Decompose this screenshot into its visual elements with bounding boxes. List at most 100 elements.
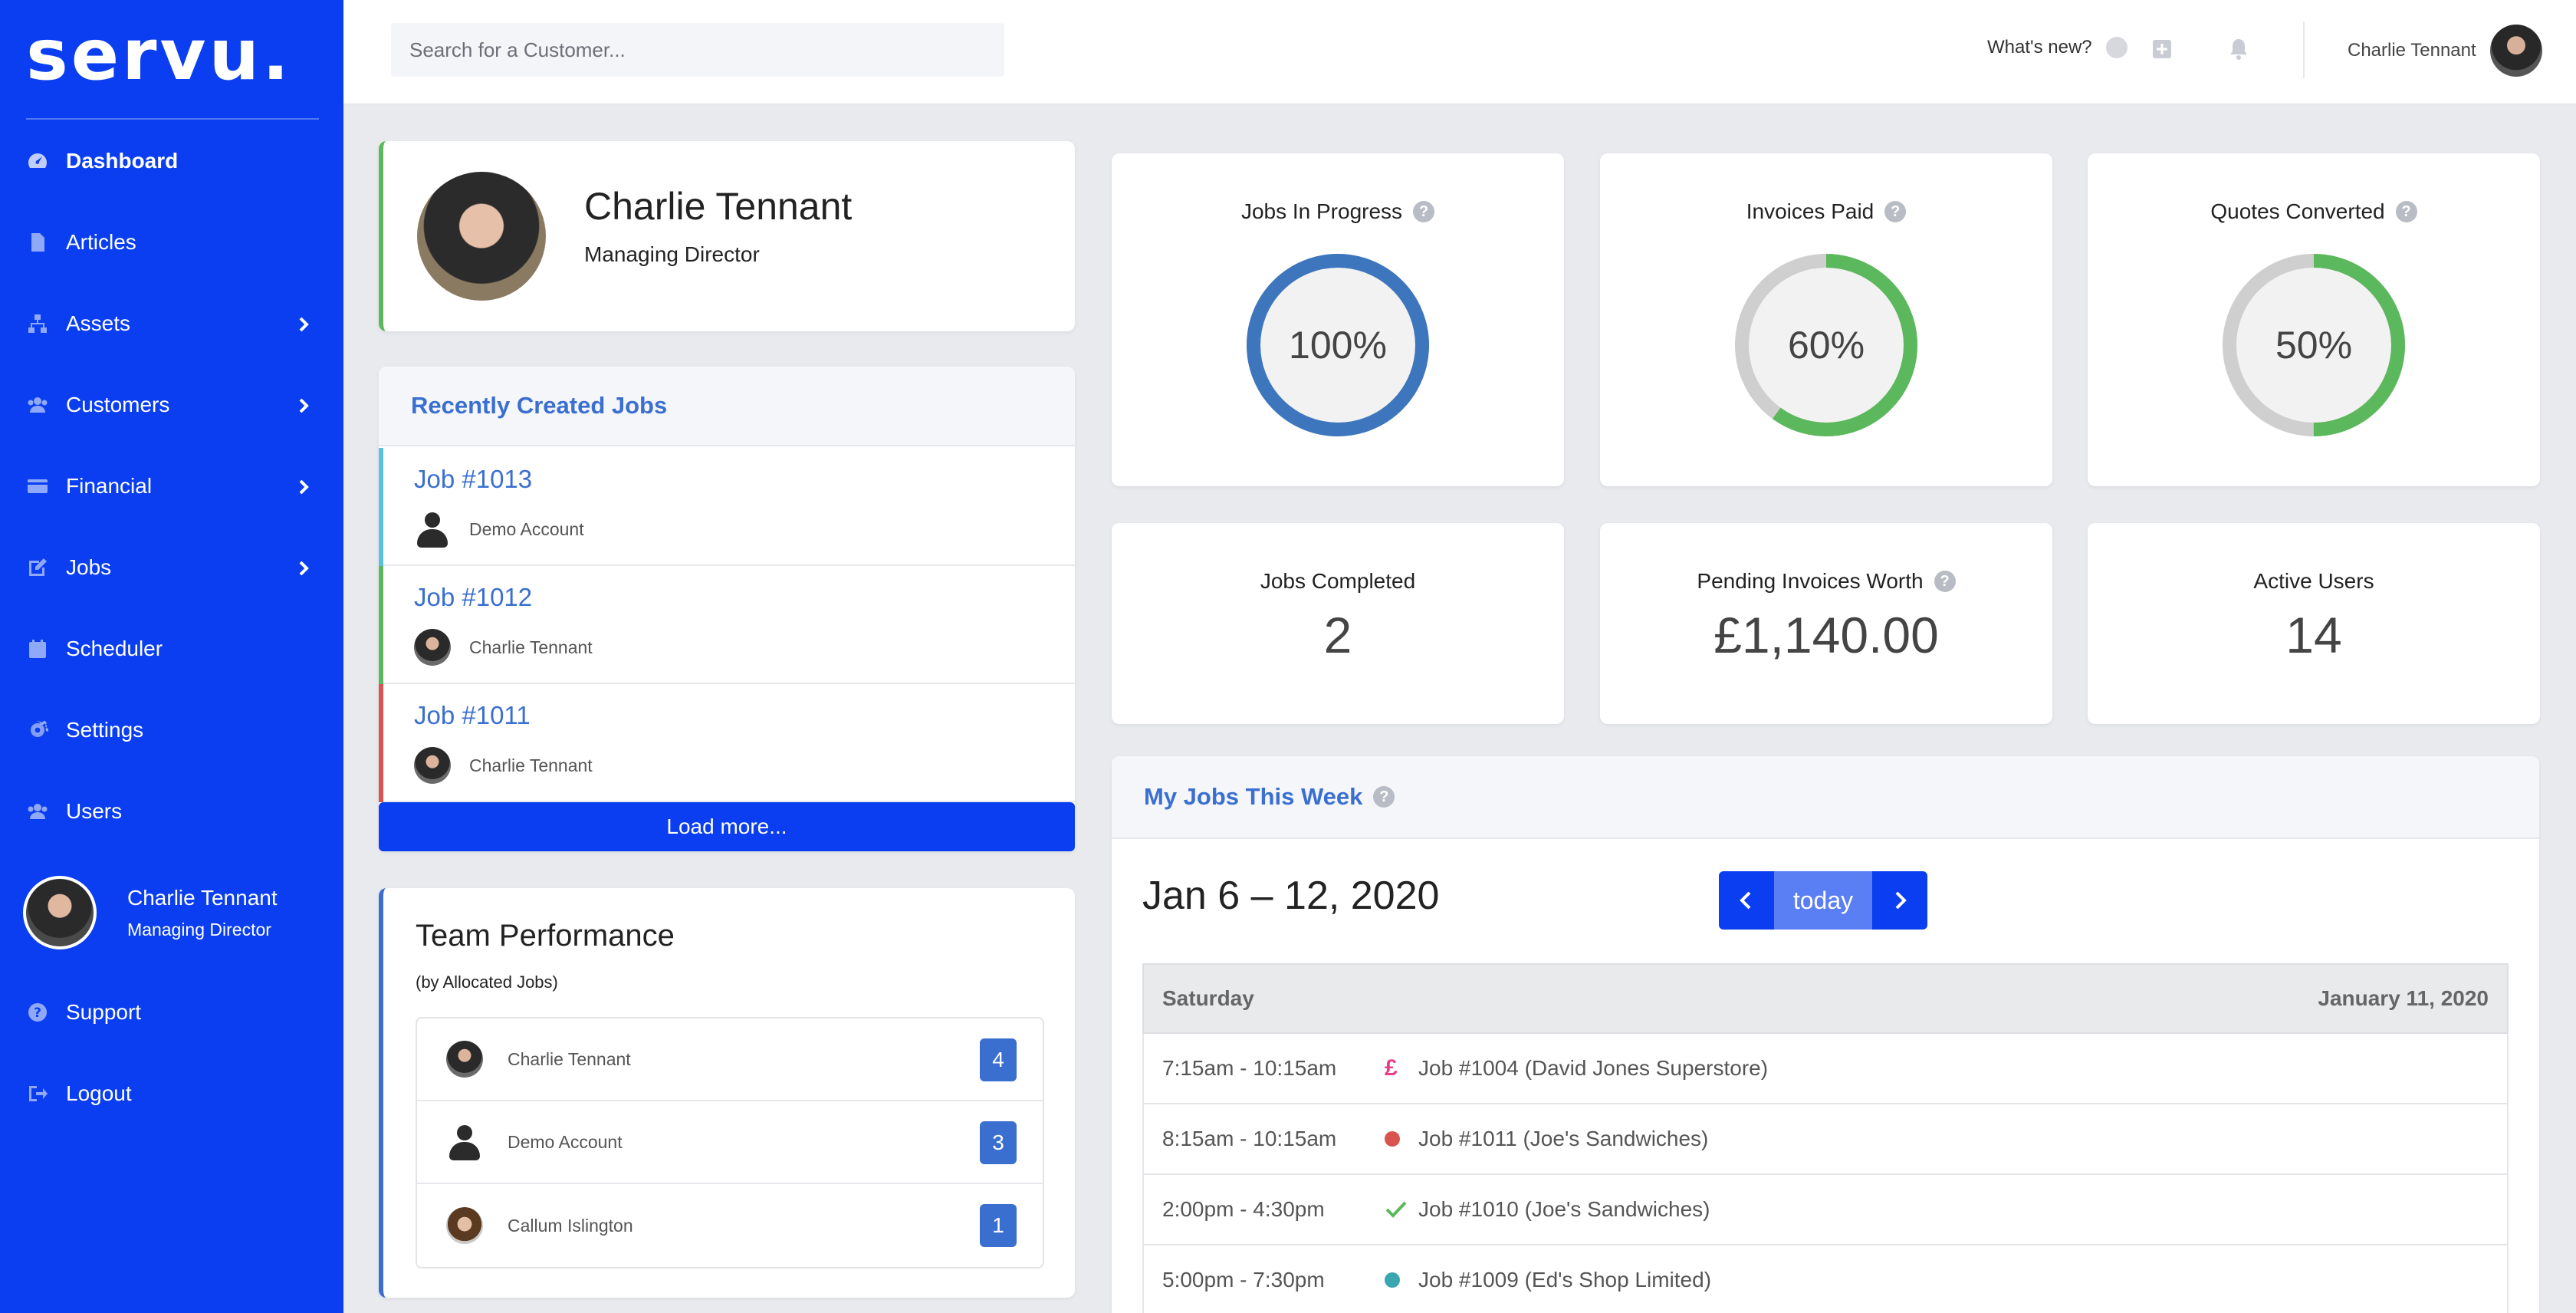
- sidebar-item-articles[interactable]: Articles: [0, 212, 343, 273]
- credit-card-icon: [26, 475, 49, 498]
- load-more-button[interactable]: Load more...: [379, 802, 1075, 851]
- sidebar-item-label: Users: [66, 799, 123, 823]
- list-item: Job #1012 Charlie Tennant: [379, 566, 1075, 684]
- chevron-right-icon: [1895, 891, 1907, 910]
- job-count-badge: 3: [980, 1121, 1017, 1164]
- job-user: Demo Account: [414, 511, 584, 548]
- sidebar-user-role: Managing Director: [127, 919, 271, 940]
- status-bar: [379, 566, 383, 684]
- whats-new-link[interactable]: What's new?: [1987, 37, 2128, 58]
- sidebar-item-logout[interactable]: Logout: [0, 1063, 343, 1124]
- stat-title-text: Active Users: [2253, 569, 2374, 593]
- event-label: Job #1010 (Joe's Sandwiches): [1418, 1197, 1710, 1221]
- whats-new-label: What's new?: [1987, 37, 2092, 58]
- donut-value: 60%: [1787, 324, 1865, 367]
- sidebar-item-users[interactable]: Users: [0, 781, 343, 842]
- sidebar-item-settings[interactable]: Settings: [0, 699, 343, 761]
- notification-dot-icon: [2105, 37, 2128, 58]
- job-user-name: Demo Account: [469, 518, 584, 539]
- topbar-divider: [2303, 21, 2305, 78]
- chevron-right-icon: [294, 396, 313, 414]
- job-user: Charlie Tennant: [414, 629, 593, 666]
- sidebar-item-label: Logout: [66, 1081, 132, 1105]
- profile-name: Charlie Tennant: [584, 185, 853, 228]
- user-menu[interactable]: Charlie Tennant: [2348, 25, 2542, 77]
- team-member-name: Charlie Tennant: [508, 1048, 631, 1069]
- avatar: [414, 629, 451, 666]
- stat-title-text: Jobs Completed: [1260, 569, 1416, 593]
- job-count-badge: 1: [980, 1204, 1017, 1247]
- week-title: My Jobs This Week: [1144, 783, 1363, 810]
- topbar: What's new? Charlie Tennant: [343, 0, 2576, 104]
- donut-value: 50%: [2275, 324, 2353, 367]
- stat-title: Jobs In Progress?: [1112, 199, 1564, 224]
- question-circle-icon: ?: [26, 1001, 49, 1024]
- job-link[interactable]: Job #1012: [414, 583, 532, 612]
- logo-divider: [26, 118, 319, 120]
- help-icon[interactable]: ?: [1884, 201, 1907, 222]
- sidebar-item-jobs[interactable]: Jobs: [0, 537, 343, 598]
- pound-icon: £: [1385, 1055, 1398, 1081]
- calendar-nav: today: [1719, 871, 1927, 930]
- plus-square-icon[interactable]: [2148, 35, 2176, 63]
- event-label: Job #1004 (David Jones Superstore): [1418, 1056, 1769, 1080]
- check-icon: [1385, 1198, 1418, 1221]
- help-icon[interactable]: ?: [1934, 571, 1956, 592]
- today-button[interactable]: today: [1774, 871, 1872, 930]
- prev-week-button[interactable]: [1719, 871, 1774, 930]
- help-icon[interactable]: ?: [1373, 786, 1395, 808]
- job-user-name: Charlie Tennant: [469, 637, 593, 657]
- dashboard-icon: [26, 150, 49, 173]
- teal-dot-icon: [1385, 1272, 1418, 1288]
- sidebar-item-financial[interactable]: Financial: [0, 456, 343, 517]
- invoices-paid-card: Invoices Paid? 60%: [1600, 153, 2052, 486]
- list-item[interactable]: Charlie Tennant 4: [417, 1018, 1043, 1101]
- stat-title-text: Quotes Converted: [2210, 199, 2385, 223]
- calendar-event[interactable]: 2:00pm - 4:30pm Job #1010 (Joe's Sandwic…: [1142, 1175, 2509, 1246]
- customer-search-input[interactable]: [391, 23, 1004, 77]
- avatar: [2489, 25, 2542, 77]
- sidebar-item-label: Scheduler: [66, 637, 163, 660]
- sidebar-item-label: Jobs: [66, 555, 112, 579]
- sidebar-item-scheduler[interactable]: Scheduler: [0, 618, 343, 680]
- event-time: 7:15am - 10:15am: [1162, 1056, 1337, 1080]
- sidebar-item-assets[interactable]: Assets: [0, 293, 343, 354]
- sidebar-user-name: Charlie Tennant: [127, 885, 278, 910]
- sidebar-item-customers[interactable]: Customers: [0, 374, 343, 436]
- help-icon[interactable]: ?: [2395, 201, 2417, 222]
- stat-title: Quotes Converted?: [2088, 199, 2540, 224]
- bell-icon[interactable]: [2225, 35, 2252, 63]
- job-link[interactable]: Job #1011: [414, 701, 531, 730]
- avatar: [446, 1207, 483, 1244]
- help-icon[interactable]: ?: [1413, 201, 1435, 222]
- avatar: [414, 747, 451, 784]
- calendar-event[interactable]: 5:00pm - 7:30pm Job #1009 (Ed's Shop Lim…: [1142, 1246, 2509, 1313]
- user-icon: [446, 1124, 483, 1160]
- sidebar-item-dashboard[interactable]: Dashboard: [0, 130, 343, 192]
- chevron-right-icon: [294, 558, 313, 577]
- sign-out-icon: [26, 1082, 49, 1105]
- calendar-event[interactable]: 7:15am - 10:15am £ Job #1004 (David Jone…: [1142, 1034, 2509, 1104]
- stat-title: Jobs Completed: [1112, 569, 1564, 594]
- status-bar: [379, 448, 383, 566]
- chevron-left-icon: [1740, 891, 1751, 910]
- stat-value: 2: [1323, 607, 1352, 663]
- stat-title-text: Invoices Paid: [1746, 199, 1875, 223]
- team-list: Charlie Tennant 4 Demo Account 3 Callum …: [416, 1017, 1044, 1269]
- job-link[interactable]: Job #1013: [414, 465, 532, 494]
- next-week-button[interactable]: [1872, 871, 1927, 930]
- week-range: Jan 6 – 12, 2020: [1142, 874, 1440, 918]
- pending-invoices-card: Pending Invoices Worth? £1,140.00: [1600, 523, 2052, 724]
- sidebar-item-support[interactable]: ? Support: [0, 982, 343, 1043]
- list-item[interactable]: Callum Islington 1: [417, 1184, 1043, 1267]
- jobs-in-progress-donut: 100%: [1230, 238, 1445, 452]
- day-date: January 11, 2020: [2318, 986, 2489, 1010]
- team-performance-card: Team Performance (by Allocated Jobs) Cha…: [379, 888, 1075, 1298]
- user-icon: [414, 511, 451, 548]
- sidebar-user[interactable]: Charlie Tennant Managing Director: [23, 876, 278, 949]
- servu-logo[interactable]: servu.: [26, 20, 292, 90]
- event-time: 8:15am - 10:15am: [1162, 1127, 1337, 1150]
- donut-value: 100%: [1289, 324, 1387, 367]
- list-item[interactable]: Demo Account 3: [417, 1101, 1043, 1184]
- calendar-event[interactable]: 8:15am - 10:15am Job #1011 (Joe's Sandwi…: [1142, 1104, 2509, 1175]
